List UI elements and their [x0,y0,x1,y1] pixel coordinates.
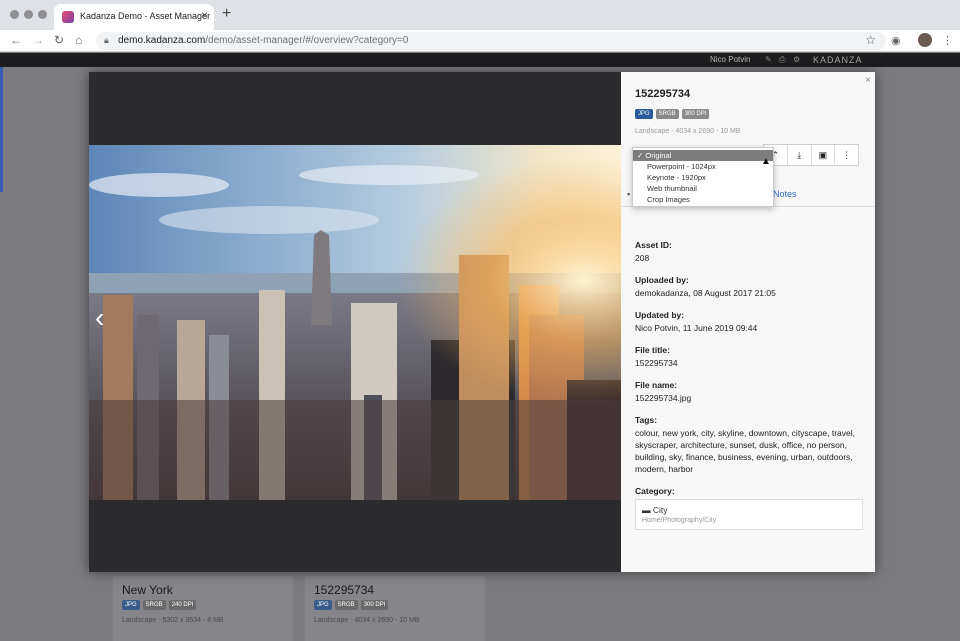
browser-tab[interactable]: Kadanza Demo - Asset Manager × [54,4,214,30]
asset-title: 152295734 [635,88,691,100]
header-user-name[interactable]: Nico Potvin [710,55,750,64]
sidebar-edge [0,67,3,192]
wrench-icon[interactable]: ✎ [765,55,772,64]
kadanza-favicon-icon [62,11,74,23]
category-name: ▬ City [642,505,668,515]
card-meta: Landscape - 5302 x 3534 - 8 MB [122,617,224,624]
field-label: Tags: [635,415,658,425]
back-icon[interactable]: ← [10,33,22,47]
download-size-dropdown: ✓ Original Powerpoint - 1024px Keynote -… [632,147,774,207]
address-bar[interactable]: 🔒︎ demo.kadanza.com/demo/asset-manager/#… [96,32,886,50]
print-icon[interactable]: ⎙ [779,55,785,65]
colorspace-badge: SRGB [655,109,679,119]
browser-tabstrip: Kadanza Demo - Asset Manager × + [0,0,960,30]
app-header: Nico Potvin ✎ ⎙ ⚙ KADANZA [0,53,960,67]
dpi-badge: 300 DPI [681,109,710,119]
image-viewer: ‹ [89,72,621,572]
chevron-left-icon[interactable]: ‹ [95,304,104,332]
field-value: demokadanza, 08 August 2017 21:05 [635,288,776,298]
detail-field: Asset ID: 208 [635,240,863,264]
dpi-badge: 240 DPI [168,600,197,610]
asset-details: Asset ID: 208 Uploaded by: demokadanza, … [635,240,863,541]
detail-field: Tags: colour, new york, city, skyline, d… [635,415,863,475]
url-text: demo.kadanza.com/demo/asset-manager/#/ov… [118,35,409,46]
dpi-badge: 300 DPI [360,600,389,610]
format-badge: JPG [122,600,140,610]
field-value: 152295734.jpg [635,393,692,403]
tab-info-icon[interactable]: ▪ [627,189,630,199]
more-icon: ⋮ [842,149,852,160]
home-icon[interactable]: ⌂ [75,33,82,47]
close-icon[interactable]: × [865,75,871,86]
tab-title: Kadanza Demo - Asset Manager [80,11,211,21]
tags-value: colour, new york, city, skyline, downtow… [635,428,855,474]
category-field: Category: ▬ City Home/Photography/City [635,486,863,530]
briefcase-button[interactable]: ▣ [812,145,836,165]
browser-menu-icon[interactable]: ⋮ [942,34,953,47]
field-label: Updated by: [635,310,685,320]
field-label: Uploaded by: [635,275,689,285]
detail-field: Uploaded by: demokadanza, 08 August 2017… [635,275,863,299]
window-close-dot[interactable] [10,10,19,19]
card-badges: JPG SRGB 240 DPI [122,600,197,610]
tab-notes[interactable]: Notes [773,189,797,199]
lock-icon: 🔒︎ [104,35,109,45]
settings-icon[interactable]: ⚙ [793,55,800,64]
folder-icon: ▬ [642,505,651,515]
card-meta: Landscape - 4034 x 2690 - 10 MB [314,617,420,624]
asset-badges: JPG SRGB 300 DPI [635,109,710,119]
colorspace-badge: SRGB [334,600,358,610]
brand-logo[interactable]: KADANZA [813,55,863,65]
field-value: 208 [635,253,650,263]
asset-toolbar: ⌃ ⤓ ▣ ⋮ [763,144,859,166]
field-label: File title: [635,345,670,355]
category-path: Home/Photography/City [642,517,717,524]
extension-icon[interactable]: ◉ [891,34,901,47]
format-badge: JPG [635,109,653,119]
colorspace-badge: SRGB [142,600,166,610]
reload-icon[interactable]: ↻ [54,33,64,47]
briefcase-icon: ▣ [818,149,828,160]
detail-field: Updated by: Nico Potvin, 11 June 2019 09… [635,310,863,334]
field-label: Asset ID: [635,240,672,250]
asset-meta: Landscape - 4034 x 2690 - 10 MB [635,128,741,135]
field-label: Category: [635,486,675,496]
asset-image [89,145,621,500]
dropdown-option-powerpoint[interactable]: Powerpoint - 1024px [633,161,773,172]
format-badge: JPG [314,600,332,610]
category-box[interactable]: ▬ City Home/Photography/City [635,499,863,530]
download-icon: ⤓ [797,149,802,160]
field-value: Nico Potvin, 11 June 2019 09:44 [635,323,758,333]
more-button[interactable]: ⋮ [835,145,858,165]
browser-toolbar: ← → ↻ ⌂ 🔒︎ demo.kadanza.com/demo/asset-m… [0,30,960,52]
dropdown-option-web-thumbnail[interactable]: Web thumbnail [633,183,773,194]
card-badges: JPG SRGB 300 DPI [314,600,389,610]
field-value: 152295734 [635,358,678,368]
detail-field: File name: 152295734.jpg [635,380,863,404]
field-label: File name: [635,380,678,390]
card-title: New York [122,583,173,597]
new-tab-icon[interactable]: + [222,5,231,23]
dropdown-option-crop-images[interactable]: Crop Images [633,194,773,205]
card-title: 152295734 [314,583,375,597]
forward-icon[interactable]: → [32,33,44,47]
avatar[interactable] [918,33,932,47]
dropdown-option-keynote[interactable]: Keynote - 1920px [633,172,773,183]
tab-close-icon[interactable]: × [201,8,208,22]
dropdown-option-original[interactable]: ✓ Original [633,150,773,161]
window-minimize-dot[interactable] [24,10,33,19]
download-button[interactable]: ⤓ [788,145,812,165]
bookmark-star-icon[interactable]: ☆ [865,33,876,47]
detail-field: File title: 152295734 [635,345,863,369]
mouse-cursor-icon: ▲ [761,156,771,167]
window-zoom-dot[interactable] [38,10,47,19]
